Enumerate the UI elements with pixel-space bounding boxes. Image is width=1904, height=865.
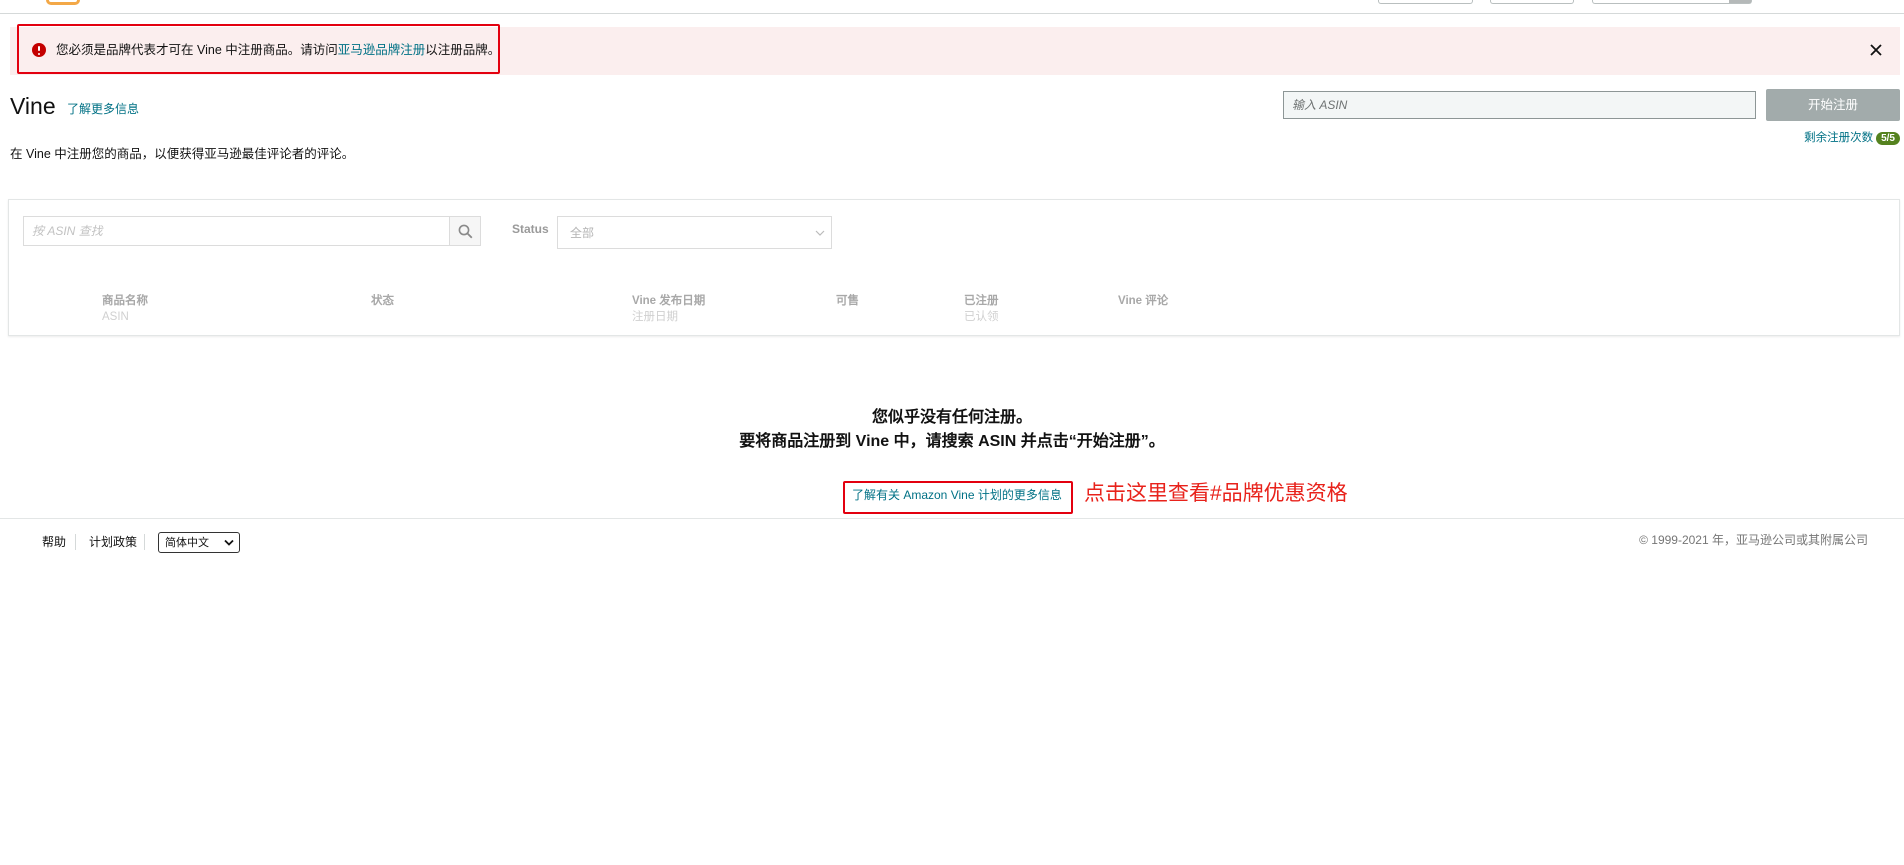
column-title: 状态 (371, 295, 394, 307)
footer-policy-link[interactable]: 计划政策 (89, 534, 137, 550)
learn-more-link[interactable]: 了解更多信息 (67, 102, 139, 117)
chevron-down-icon (224, 539, 234, 546)
column-subtitle: 已认领 (964, 311, 999, 323)
page-title: Vine (10, 93, 56, 119)
annotation-text: 点击这里查看#品牌优惠资格 (1084, 482, 1348, 505)
search-button[interactable] (449, 216, 481, 246)
page-description: 在 Vine 中注册您的商品，以便获得亚马逊最佳评论者的评论。 (10, 147, 355, 161)
empty-state-title: 您似乎没有任何注册。 (871, 409, 1032, 426)
header-divider (0, 13, 1904, 14)
search-icon (458, 224, 472, 238)
highlight-box-alert (17, 24, 500, 74)
asin-input[interactable] (1283, 91, 1756, 119)
footer-separator (144, 534, 145, 550)
footer-separator (75, 534, 76, 550)
status-filter-select[interactable]: 全部 (557, 216, 832, 249)
column-title: Vine 发布日期 (632, 295, 706, 307)
top-nav-search-box[interactable] (1592, 0, 1752, 4)
column-title: 已注册 (964, 295, 999, 307)
chevron-down-icon (815, 230, 825, 236)
top-nav-dropdown-1[interactable] (1378, 0, 1473, 4)
footer-help-link[interactable]: 帮助 (42, 534, 66, 550)
column-header-available[interactable]: 可售 (836, 293, 859, 309)
copyright-text: © 1999-2021 年，亚马逊公司或其附属公司 (1639, 533, 1868, 547)
status-filter-label: Status (512, 222, 549, 236)
language-select[interactable]: 简体中文 (158, 532, 240, 553)
column-header-vine-date[interactable]: Vine 发布日期 注册日期 (632, 293, 705, 325)
close-icon[interactable] (1869, 43, 1883, 57)
enrollments-panel: Status 全部 商品名称 ASIN 状态 Vine 发布日期 注册日期 可售… (8, 199, 1900, 336)
asin-search-input[interactable] (23, 216, 450, 246)
column-header-status[interactable]: 状态 (371, 293, 394, 309)
column-header-product[interactable]: 商品名称 ASIN (102, 293, 148, 325)
language-value: 简体中文 (165, 537, 209, 549)
column-subtitle: 注册日期 (632, 311, 678, 323)
start-enrollment-button[interactable]: 开始注册 (1766, 89, 1900, 121)
column-title: 可售 (836, 295, 859, 307)
column-title: 商品名称 (102, 295, 148, 307)
status-filter-value: 全部 (570, 226, 595, 240)
remaining-count-badge: 5/5 (1876, 131, 1900, 145)
column-subtitle: ASIN (102, 311, 129, 323)
column-header-enrolled[interactable]: 已注册 已认领 (964, 293, 999, 325)
top-nav-dropdown-2[interactable] (1490, 0, 1574, 4)
amazon-logo[interactable] (46, 0, 80, 5)
highlight-box-learn-more (843, 481, 1073, 514)
footer-divider (0, 518, 1904, 519)
top-nav-search-button[interactable] (1729, 0, 1751, 3)
column-header-vine-reviews[interactable]: Vine 评论 (1118, 293, 1168, 309)
remaining-enrollments-label[interactable]: 剩余注册次数 (1804, 131, 1873, 145)
empty-state-instructions: 要将商品注册到 Vine 中，请搜索 ASIN 并点击“开始注册”。 (739, 433, 1165, 450)
column-title: Vine 评论 (1118, 295, 1169, 307)
remaining-enrollments: 剩余注册次数 5/5 (1804, 131, 1900, 145)
